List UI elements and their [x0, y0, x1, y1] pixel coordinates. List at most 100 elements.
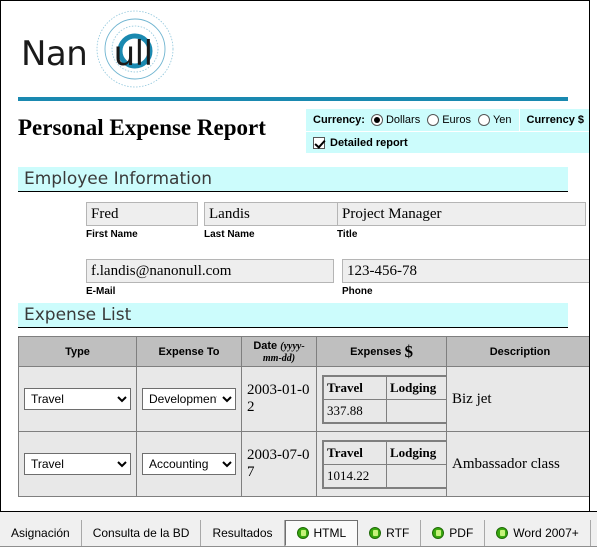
brand-header: NanOull: [1, 1, 585, 97]
expense-table-wrap: Type Expense To Date (yyyy-mm-dd) Expens…: [1, 328, 589, 503]
expense-table-header-row: Type Expense To Date (yyyy-mm-dd) Expens…: [18, 336, 589, 367]
tab-pdf-label: PDF: [449, 526, 474, 540]
cell-expenses: Travel Lodging 1014.22: [316, 431, 450, 497]
radio-euros-label: Euros: [442, 114, 471, 126]
sub-col-lodging: Lodging: [386, 440, 450, 465]
tab-asignacion-label: Asignación: [11, 526, 70, 540]
first-name-input[interactable]: Fred: [86, 202, 198, 226]
radio-yen[interactable]: Yen: [477, 114, 512, 126]
date-value[interactable]: 2003-07-07: [247, 447, 311, 481]
description-value[interactable]: Ambassador class: [452, 455, 588, 473]
title-input[interactable]: Project Manager: [337, 202, 586, 226]
cell-date: 2003-07-07: [241, 431, 317, 497]
tab-word2007-label: Word 2007+: [513, 526, 579, 540]
table-row: Travel Development 2003-01-02 Travel Lod…: [18, 366, 589, 432]
title-field-group: Project Manager Title: [337, 202, 586, 240]
cell-type: Travel: [18, 366, 137, 432]
currency-label: Currency:: [313, 114, 365, 126]
radio-dollars-icon[interactable]: [370, 114, 383, 126]
col-expenses-currency-symbol: $: [404, 341, 413, 361]
currency-options-cell: Currency: Dollars Euros Yen: [306, 109, 520, 131]
phone-field-group: 123-456-78 Phone: [342, 259, 589, 297]
logo-word-before: Nan: [21, 34, 88, 74]
radio-euros-icon[interactable]: [427, 114, 440, 126]
email-label: E-Mail: [86, 286, 116, 297]
employee-section-title: Employee Information: [24, 169, 213, 189]
lodging-amount[interactable]: [386, 398, 450, 423]
col-expenses-text: Expenses: [350, 345, 402, 358]
col-date-text: Date: [253, 339, 278, 352]
tab-rtf-label: RTF: [386, 526, 410, 540]
email-input[interactable]: f.landis@nanonull.com: [86, 259, 334, 283]
detailed-report-label: Detailed report: [330, 136, 408, 149]
cell-type: Travel: [18, 431, 137, 497]
cell-description: Biz jet: [446, 366, 589, 432]
tab-html[interactable]: HTML: [284, 520, 359, 546]
tab-rtf[interactable]: RTF: [358, 520, 422, 546]
type-select[interactable]: Travel: [24, 388, 131, 410]
expense-table: Type Expense To Date (yyyy-mm-dd) Expens…: [18, 336, 589, 497]
expense-breakdown-table: Travel Lodging 1014.22: [322, 439, 450, 489]
first-name-field-group: Fred First Name: [86, 202, 198, 240]
col-date: Date (yyyy-mm-dd): [241, 336, 317, 367]
email-field-group: f.landis@nanonull.com E-Mail: [86, 259, 334, 297]
tab-consulta-bd-label: Consulta de la BD: [92, 526, 190, 540]
travel-amount[interactable]: 1014.22: [322, 463, 387, 488]
cell-description: Ambassador class: [446, 431, 589, 497]
date-value[interactable]: 2003-01-02: [247, 382, 311, 416]
table-row: Travel Accounting 2003-07-07 Travel Lodg…: [18, 431, 589, 497]
bottom-tab-bar: Asignación Consulta de la BD Resultados …: [0, 511, 597, 547]
tab-pdf[interactable]: PDF: [421, 520, 486, 546]
sub-col-lodging: Lodging: [386, 375, 450, 400]
nanonull-logo: NanOull: [21, 7, 211, 91]
lodging-amount[interactable]: [386, 463, 450, 488]
tab-word2007[interactable]: Word 2007+: [485, 520, 591, 546]
sub-col-travel: Travel: [322, 440, 387, 465]
employee-contact-row: f.landis@nanonull.com E-Mail 123-456-78 …: [18, 259, 589, 297]
cell-expenses: Travel Lodging 337.88: [316, 366, 450, 432]
type-select[interactable]: Travel: [24, 453, 131, 475]
radio-yen-label: Yen: [492, 114, 512, 126]
radio-yen-icon[interactable]: [477, 114, 490, 126]
col-description: Description: [446, 336, 589, 367]
last-name-field-group: Landis Last Name: [204, 202, 352, 240]
col-type: Type: [18, 336, 137, 367]
col-expenses: Expenses $: [316, 336, 447, 367]
tab-html-label: HTML: [313, 526, 347, 540]
phone-input[interactable]: 123-456-78: [342, 259, 589, 283]
expense-breakdown-header-row: Travel Lodging: [322, 440, 450, 465]
run-green-icon: [432, 527, 445, 539]
col-expense-to: Expense To: [136, 336, 242, 367]
description-value[interactable]: Biz jet: [452, 390, 588, 408]
bottom-tab-strip: Asignación Consulta de la BD Resultados …: [0, 520, 597, 547]
expense-breakdown-value-row: 1014.22: [322, 463, 450, 488]
first-name-label: First Name: [86, 229, 138, 240]
expense-table-body: Travel Development 2003-01-02 Travel Lod…: [18, 366, 589, 497]
title-strip: Personal Expense Report Currency: Dollar…: [1, 101, 589, 167]
employee-form: Fred First Name Landis Last Name Project…: [1, 192, 589, 303]
tab-asignacion[interactable]: Asignación: [0, 520, 82, 546]
run-green-icon: [496, 527, 509, 539]
expense-to-select[interactable]: Development: [142, 388, 236, 410]
last-name-input[interactable]: Landis: [204, 202, 352, 226]
cell-date: 2003-01-02: [241, 366, 317, 432]
radio-dollars-label: Dollars: [385, 114, 421, 126]
expense-to-select[interactable]: Accounting: [142, 453, 236, 475]
radio-dollars[interactable]: Dollars: [370, 114, 421, 126]
tab-resultados[interactable]: Resultados: [201, 520, 285, 546]
title-label: Title: [337, 229, 358, 240]
run-green-icon: [369, 527, 382, 539]
tab-consulta-bd[interactable]: Consulta de la BD: [81, 520, 202, 546]
detailed-report-checkbox[interactable]: [313, 136, 325, 149]
document-viewport[interactable]: NanOull Personal Expense Report Currency…: [0, 0, 590, 512]
radio-euros[interactable]: Euros: [427, 114, 471, 126]
detailed-report-row[interactable]: Detailed report: [306, 132, 589, 153]
travel-amount[interactable]: 337.88: [322, 398, 387, 423]
employee-section-header: Employee Information: [18, 167, 568, 192]
run-green-icon: [296, 527, 309, 539]
logo-word-after: ull: [113, 34, 153, 74]
tab-bar-filler: [590, 520, 597, 546]
expense-section-title: Expense List: [24, 305, 132, 325]
last-name-label: Last Name: [204, 229, 255, 240]
tab-resultados-label: Resultados: [212, 526, 273, 540]
